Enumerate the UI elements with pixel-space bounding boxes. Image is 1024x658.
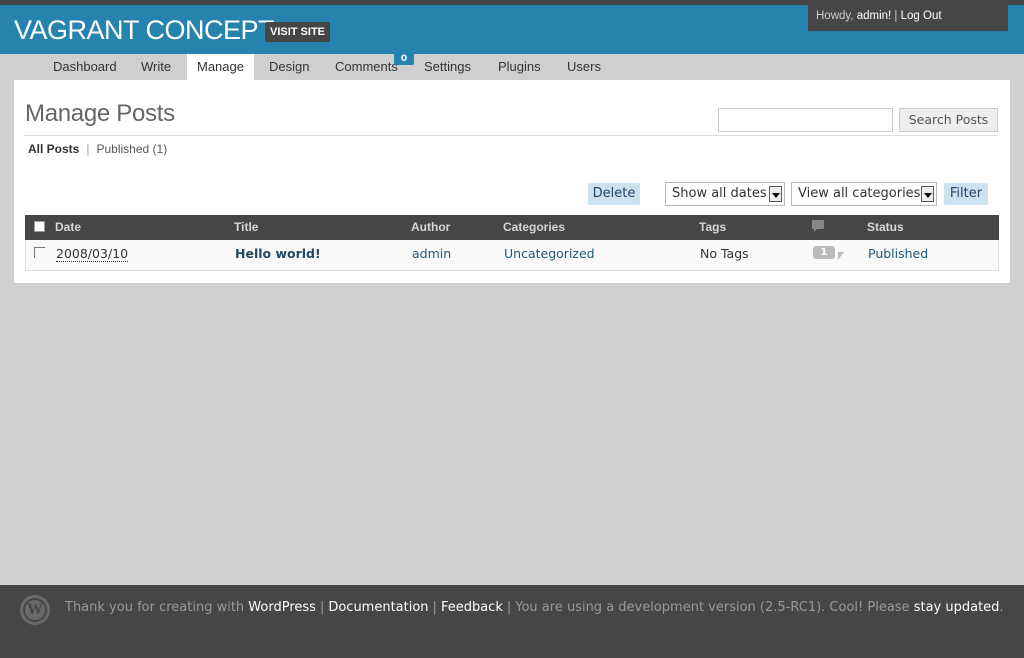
stay-updated-link[interactable]: stay updated — [914, 600, 1000, 615]
post-category-link[interactable]: Uncategorized — [504, 246, 595, 261]
visit-site-button[interactable]: VISIT SITE — [265, 22, 331, 42]
chevron-down-icon — [921, 186, 934, 202]
select-all-checkbox[interactable] — [34, 221, 45, 232]
comment-count-bubble[interactable]: 1 — [813, 246, 835, 259]
site-title[interactable]: VAGRANT CONCEPT — [14, 15, 275, 46]
filter-separator: | — [86, 142, 90, 156]
table-row: 2008/03/10 Hello world! admin Uncategori… — [25, 240, 999, 271]
nav-users[interactable]: Users — [557, 54, 611, 80]
col-status: Status — [867, 220, 904, 234]
filter-published[interactable]: Published (1) — [96, 142, 167, 156]
col-categories: Categories — [503, 220, 566, 234]
search-posts-button[interactable]: Search Posts — [899, 108, 998, 132]
footer-separator: | — [432, 600, 437, 615]
documentation-link[interactable]: Documentation — [328, 600, 428, 615]
howdy-text: Howdy, — [816, 10, 857, 22]
nav-manage[interactable]: Manage — [187, 54, 254, 80]
comment-bubble-icon — [812, 220, 824, 232]
dates-select[interactable]: Show all dates — [665, 182, 785, 206]
post-status-filter: All Posts | Published (1) — [28, 142, 167, 156]
col-title: Title — [234, 220, 259, 234]
page-title: Manage Posts — [25, 100, 175, 127]
delete-button[interactable]: Delete — [588, 183, 640, 205]
col-tags: Tags — [699, 220, 727, 234]
categories-select-value: View all categories — [798, 186, 921, 201]
col-author: Author — [411, 220, 451, 234]
categories-select[interactable]: View all categories — [791, 182, 937, 206]
col-date: Date — [55, 220, 82, 234]
posts-table-header: Date Title Author Categories Tags Status — [25, 215, 999, 240]
logout-link[interactable]: Log Out — [901, 10, 942, 22]
footer-suffix: . — [999, 600, 1004, 615]
feedback-link[interactable]: Feedback — [441, 600, 503, 615]
filter-button[interactable]: Filter — [944, 183, 988, 205]
nav-write[interactable]: Write — [131, 54, 181, 80]
wordpress-logo-icon[interactable]: W — [20, 595, 50, 625]
post-status-link[interactable]: Published — [868, 246, 928, 261]
search-input[interactable] — [718, 108, 893, 132]
footer: W Thank you for creating with WordPress |… — [0, 585, 1024, 658]
footer-prefix: Thank you for creating with — [65, 600, 249, 615]
dates-select-value: Show all dates — [672, 186, 767, 201]
post-title-link[interactable]: Hello world! — [235, 246, 321, 261]
nav-design[interactable]: Design — [259, 54, 319, 80]
user-info: Howdy, admin! | Log Out — [808, 5, 1008, 31]
wordpress-link[interactable]: WordPress — [248, 600, 316, 615]
footer-text: Thank you for creating with WordPress | Do… — [65, 600, 1004, 615]
nav-plugins[interactable]: Plugins — [488, 54, 551, 80]
footer-separator: | — [506, 600, 512, 615]
nav-settings[interactable]: Settings — [414, 54, 481, 80]
title-divider — [24, 135, 998, 136]
username[interactable]: admin! — [857, 10, 892, 22]
post-author-link[interactable]: admin — [412, 246, 451, 261]
comment-bubble-tail — [838, 252, 844, 260]
footer-separator: | — [319, 600, 325, 615]
comments-count-badge: 0 — [394, 53, 414, 65]
filter-all-posts[interactable]: All Posts — [28, 142, 79, 156]
row-checkbox[interactable] — [34, 247, 45, 258]
chevron-down-icon — [769, 186, 782, 202]
nav-dashboard[interactable]: Dashboard — [43, 54, 127, 80]
user-separator: | — [891, 10, 901, 22]
dev-version-text: You are using a development version (2.5… — [515, 600, 914, 615]
post-tags: No Tags — [700, 246, 749, 261]
main-nav: Dashboard Write Manage Design Comments S… — [0, 54, 1024, 80]
post-date[interactable]: 2008/03/10 — [56, 246, 129, 262]
